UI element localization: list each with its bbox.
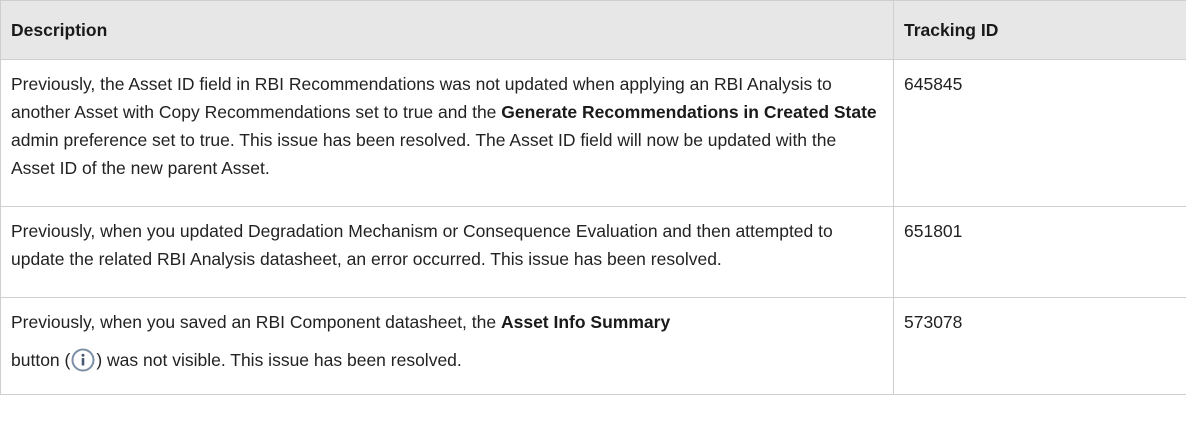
tracking-id-cell: 651801 xyxy=(893,206,1186,298)
release-notes-table: Description Tracking ID Previously, the … xyxy=(0,0,1186,395)
table-row: Previously, when you updated Degradation… xyxy=(0,206,1186,298)
table-row: Previously, when you saved an RBI Compon… xyxy=(0,297,1186,395)
table-header-row: Description Tracking ID xyxy=(0,0,1186,60)
preference-name: Generate Recommendations in Created Stat… xyxy=(501,102,877,122)
tracking-id-cell: 573078 xyxy=(893,297,1186,395)
description-cell: Previously, the Asset ID field in RBI Re… xyxy=(0,59,894,207)
description-column-header: Description xyxy=(0,0,894,60)
description-text: admin preference set to true. This issue… xyxy=(11,130,837,178)
description-cell: Previously, when you saved an RBI Compon… xyxy=(0,297,894,395)
description-line: button ( ) was not visible. This issue ha… xyxy=(11,346,462,380)
tracking-id-cell: 645845 xyxy=(893,59,1186,207)
description-text: button ( xyxy=(11,350,71,370)
description-text: ) was not visible. This issue has been r… xyxy=(96,350,462,370)
tracking-id-column-header: Tracking ID xyxy=(893,0,1186,60)
table-row: Previously, the Asset ID field in RBI Re… xyxy=(0,59,1186,207)
button-name: Asset Info Summary xyxy=(500,312,671,332)
info-icon xyxy=(71,348,95,380)
description-text: Previously, when you saved an RBI Compon… xyxy=(11,312,501,332)
description-cell: Previously, when you updated Degradation… xyxy=(0,206,894,298)
